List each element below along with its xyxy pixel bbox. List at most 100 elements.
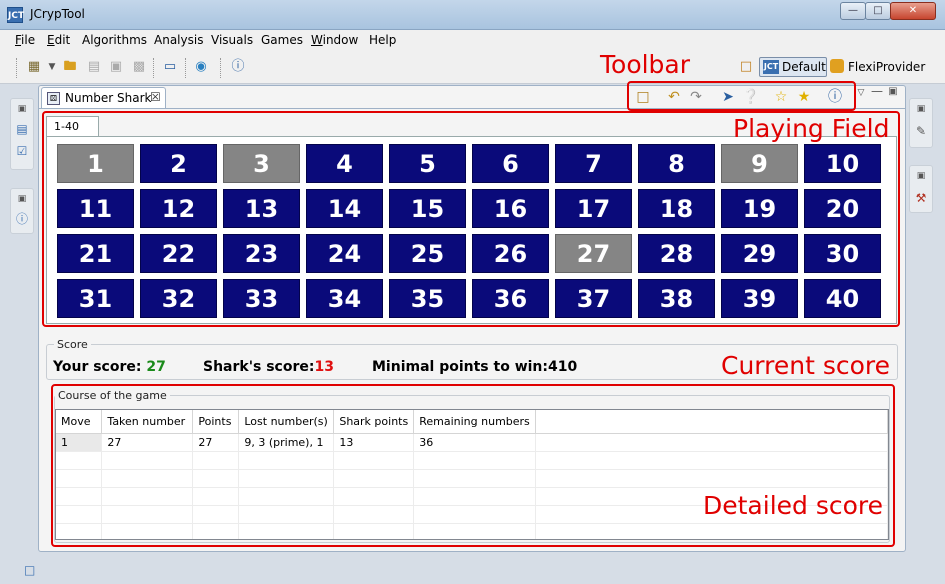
- restore-icon[interactable]: ▣: [913, 168, 929, 184]
- number-cell-14[interactable]: 14: [306, 189, 383, 228]
- number-cell-10[interactable]: 10: [804, 144, 881, 183]
- menu-visuals[interactable]: Visuals: [211, 33, 253, 47]
- number-cell-3[interactable]: 3: [223, 144, 300, 183]
- number-cell-26[interactable]: 26: [472, 234, 549, 273]
- number-cell-15[interactable]: 15: [389, 189, 466, 228]
- number-cell-31[interactable]: 31: [57, 279, 134, 318]
- course-table: Move Taken number Points Lost number(s) …: [55, 409, 889, 540]
- number-cell-23[interactable]: 23: [223, 234, 300, 273]
- number-cell-39[interactable]: 39: [721, 279, 798, 318]
- playing-field: 1 2 3 4 5 6 7 8 9 10 11 12 13 14 15 16 17 18 19 20 21 22 23 24 2…: [46, 136, 897, 324]
- crypto-explorer-icon[interactable]: ▤: [14, 121, 30, 137]
- help-icon[interactable]: ⓘ: [230, 59, 246, 75]
- number-cell-25[interactable]: 25: [389, 234, 466, 273]
- shark-move-icon[interactable]: ➤: [719, 88, 737, 106]
- number-cell-16[interactable]: 16: [472, 189, 549, 228]
- number-cell-37[interactable]: 37: [555, 279, 632, 318]
- number-cell-22[interactable]: 22: [140, 234, 217, 273]
- number-cell-5[interactable]: 5: [389, 144, 466, 183]
- menu-analysis[interactable]: Analysis: [154, 33, 203, 47]
- number-cell-38[interactable]: 38: [638, 279, 715, 318]
- number-cell-28[interactable]: 28: [638, 234, 715, 273]
- field-tab-1-40[interactable]: 1-40: [46, 116, 99, 137]
- column-header[interactable]: Remaining numbers: [413, 410, 536, 434]
- close-tab-icon[interactable]: ☒: [150, 90, 161, 104]
- column-header[interactable]: Points: [192, 410, 240, 434]
- number-cell-9[interactable]: 9: [721, 144, 798, 183]
- monitor-icon[interactable]: ▭: [162, 59, 178, 75]
- maximize-button[interactable]: □: [865, 2, 891, 20]
- open-perspective-icon[interactable]: □: [738, 59, 754, 75]
- dropdown-arrow-icon[interactable]: ▼: [44, 59, 60, 75]
- perspective-default-label: Default: [782, 60, 826, 74]
- number-cell-21[interactable]: 21: [57, 234, 134, 273]
- number-cell-32[interactable]: 32: [140, 279, 217, 318]
- highscore-icon[interactable]: ☆: [772, 88, 790, 106]
- hint-icon[interactable]: ❔: [742, 88, 760, 106]
- close-button[interactable]: ✕: [890, 2, 936, 20]
- table-cell: [535, 433, 888, 452]
- edit-view-icon[interactable]: ✎: [913, 123, 929, 139]
- number-cell-27[interactable]: 27: [555, 234, 632, 273]
- number-cell-29[interactable]: 29: [721, 234, 798, 273]
- restore-icon[interactable]: ▣: [14, 101, 30, 117]
- table-row[interactable]: 1 27 27 9, 3 (prime), 1 13 36: [56, 433, 888, 452]
- menu-algorithms[interactable]: Algorithms: [82, 33, 147, 47]
- help-view-icon[interactable]: ⓘ: [14, 211, 30, 227]
- table-cell: [192, 505, 240, 524]
- number-cell-36[interactable]: 36: [472, 279, 549, 318]
- globe-icon[interactable]: ◉: [193, 59, 209, 75]
- menu-help[interactable]: Help: [369, 33, 396, 47]
- save-icon[interactable]: ▤: [86, 59, 102, 75]
- restore-icon[interactable]: ▣: [14, 191, 30, 207]
- number-grid: 1 2 3 4 5 6 7 8 9 10 11 12 13 14 15 16 17 18 19 20 21 22 23 24 2…: [57, 144, 887, 321]
- number-cell-11[interactable]: 11: [57, 189, 134, 228]
- new-game-icon[interactable]: □: [634, 88, 652, 106]
- number-cell-2[interactable]: 2: [140, 144, 217, 183]
- tools-view-icon[interactable]: ⚒: [913, 190, 929, 206]
- column-header[interactable]: Taken number: [101, 410, 194, 434]
- number-cell-18[interactable]: 18: [638, 189, 715, 228]
- minimize-button[interactable]: —: [840, 2, 866, 20]
- number-cell-13[interactable]: 13: [223, 189, 300, 228]
- number-cell-19[interactable]: 19: [721, 189, 798, 228]
- column-header[interactable]: Lost number(s): [238, 410, 335, 434]
- menu-bar: File Edit Algorithms Analysis Visuals Ga…: [0, 30, 945, 50]
- redo-icon[interactable]: ↷: [687, 88, 705, 106]
- number-cell-33[interactable]: 33: [223, 279, 300, 318]
- perspective-default-button[interactable]: JCT Default: [759, 57, 827, 77]
- menu-file[interactable]: File: [15, 33, 35, 47]
- column-header[interactable]: Move: [56, 410, 103, 434]
- star-icon[interactable]: ★: [795, 88, 813, 106]
- number-cell-12[interactable]: 12: [140, 189, 217, 228]
- undo-icon[interactable]: ↶: [665, 88, 683, 106]
- number-cell-20[interactable]: 20: [804, 189, 881, 228]
- maximize-view-icon[interactable]: ▣: [884, 83, 902, 101]
- new-wizard-icon[interactable]: ▦: [26, 59, 42, 75]
- number-cell-1[interactable]: 1: [57, 144, 134, 183]
- number-cell-34[interactable]: 34: [306, 279, 383, 318]
- view-help-icon[interactable]: ⓘ: [826, 88, 844, 106]
- column-header[interactable]: Shark points: [333, 410, 415, 434]
- number-cell-24[interactable]: 24: [306, 234, 383, 273]
- menu-window[interactable]: Window: [311, 33, 358, 47]
- menu-games[interactable]: Games: [261, 33, 303, 47]
- restore-icon[interactable]: ▣: [913, 101, 929, 117]
- number-cell-30[interactable]: 30: [804, 234, 881, 273]
- fast-view-icon[interactable]: □: [24, 563, 35, 577]
- print-icon[interactable]: ▩: [131, 59, 147, 75]
- table-cell: 27: [101, 433, 194, 452]
- number-cell-7[interactable]: 7: [555, 144, 632, 183]
- algorithm-view-icon[interactable]: ☑: [14, 143, 30, 159]
- perspective-flexiprovider-button[interactable]: FlexiProvider: [830, 59, 925, 74]
- number-cell-17[interactable]: 17: [555, 189, 632, 228]
- number-cell-6[interactable]: 6: [472, 144, 549, 183]
- save-all-icon[interactable]: ▣: [108, 59, 124, 75]
- menu-edit[interactable]: Edit: [47, 33, 70, 47]
- editor-tab-number-shark[interactable]: ⚄ Number Shark ☒: [41, 87, 166, 108]
- open-folder-icon[interactable]: 🖿: [62, 59, 78, 75]
- number-cell-35[interactable]: 35: [389, 279, 466, 318]
- number-cell-8[interactable]: 8: [638, 144, 715, 183]
- number-cell-40[interactable]: 40: [804, 279, 881, 318]
- number-cell-4[interactable]: 4: [306, 144, 383, 183]
